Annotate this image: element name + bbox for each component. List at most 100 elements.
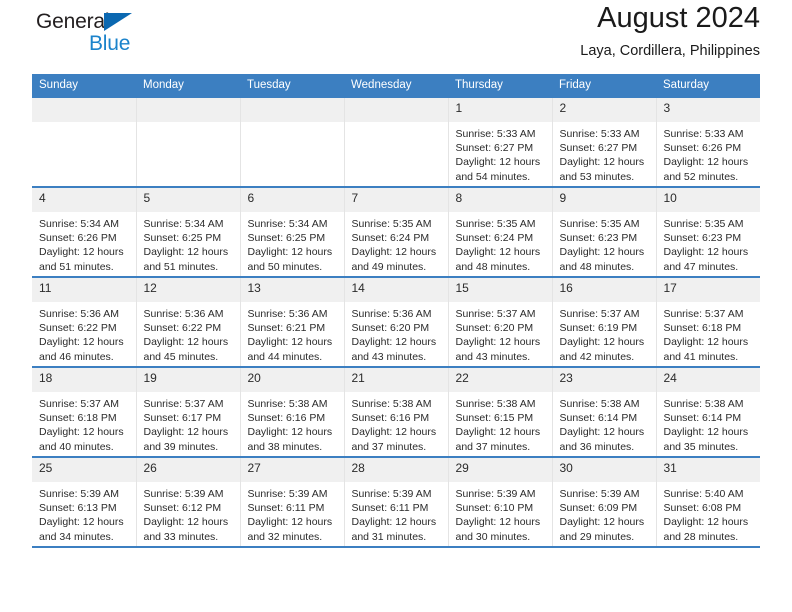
day-details: Sunrise: 5:37 AM Sunset: 6:18 PM Daylight:… bbox=[32, 392, 136, 454]
calendar-day-cell[interactable]: 16 Sunrise: 5:37 AM Sunset: 6:19 PM Dayligh… bbox=[552, 276, 657, 367]
day-number: 24 bbox=[656, 368, 760, 392]
day-details: Sunrise: 5:35 AM Sunset: 6:23 PM Daylight:… bbox=[657, 212, 761, 274]
daylight-text-line1: Daylight: 12 hours bbox=[39, 516, 124, 529]
calendar-day-cell[interactable]: 3 Sunrise: 5:33 AM Sunset: 6:26 PM Daylight… bbox=[656, 96, 760, 187]
calendar-day-cell[interactable]: 2 Sunrise: 5:33 AM Sunset: 6:27 PM Daylight… bbox=[552, 96, 657, 187]
daylight-text-line1: Daylight: 12 hours bbox=[455, 426, 541, 439]
daylight-text-line1: Daylight: 12 hours bbox=[143, 336, 229, 349]
daylight-text-line2: and 46 minutes. bbox=[39, 350, 114, 363]
calendar-day-cell[interactable]: 8 Sunrise: 5:35 AM Sunset: 6:24 PM Daylight… bbox=[448, 186, 553, 277]
calendar-day-cell[interactable]: 5 Sunrise: 5:34 AM Sunset: 6:25 PM Daylight… bbox=[136, 186, 241, 277]
sunset-text: Sunset: 6:23 PM bbox=[663, 232, 742, 245]
calendar-day-cell[interactable]: 31 Sunrise: 5:40 AM Sunset: 6:08 PM Dayligh… bbox=[656, 456, 760, 546]
daylight-text-line2: and 33 minutes. bbox=[143, 530, 219, 543]
sunset-text: Sunset: 6:11 PM bbox=[351, 502, 429, 515]
daylight-text-line1: Daylight: 12 hours bbox=[143, 516, 229, 529]
daylight-text-line1: Daylight: 12 hours bbox=[455, 516, 541, 529]
calendar-day-cell[interactable]: 21 Sunrise: 5:38 AM Sunset: 6:16 PM Dayligh… bbox=[344, 366, 449, 457]
day-number: 18 bbox=[32, 368, 136, 392]
daylight-text-line1: Daylight: 12 hours bbox=[455, 246, 541, 259]
sunrise-text: Sunrise: 5:33 AM bbox=[455, 128, 536, 140]
calendar-day-cell[interactable]: 17 Sunrise: 5:37 AM Sunset: 6:18 PM Dayligh… bbox=[656, 276, 760, 367]
day-number: 27 bbox=[240, 458, 344, 482]
calendar-day-cell[interactable]: 11 Sunrise: 5:36 AM Sunset: 6:22 PM Dayligh… bbox=[32, 276, 137, 367]
sunrise-text: Sunrise: 5:37 AM bbox=[39, 398, 119, 410]
calendar-day-cell[interactable]: 30 Sunrise: 5:39 AM Sunset: 6:09 PM Dayligh… bbox=[552, 456, 657, 546]
sunrise-text: Sunrise: 5:33 AM bbox=[559, 128, 640, 140]
day-number bbox=[240, 98, 344, 122]
calendar-day-cell[interactable]: 18 Sunrise: 5:37 AM Sunset: 6:18 PM Dayligh… bbox=[32, 366, 137, 457]
sunset-text: Sunset: 6:14 PM bbox=[663, 412, 742, 425]
weekday-header-monday: Monday bbox=[136, 74, 240, 97]
calendar-day-cell[interactable]: 28 Sunrise: 5:39 AM Sunset: 6:11 PM Dayligh… bbox=[344, 456, 449, 546]
day-number: 30 bbox=[552, 458, 656, 482]
general-blue-logo[interactable]: General Blue bbox=[32, 6, 152, 64]
day-details: Sunrise: 5:33 AM Sunset: 6:27 PM Daylight:… bbox=[553, 122, 656, 184]
sunrise-text: Sunrise: 5:39 AM bbox=[247, 488, 328, 500]
daylight-text-line1: Daylight: 12 hours bbox=[663, 516, 749, 529]
calendar-day-cell[interactable]: 6 Sunrise: 5:34 AM Sunset: 6:25 PM Daylight… bbox=[240, 186, 345, 277]
daylight-text-line2: and 40 minutes. bbox=[39, 440, 114, 453]
calendar-week-row: 1 Sunrise: 5:33 AM Sunset: 6:27 PM Daylight… bbox=[32, 96, 760, 187]
daylight-text-line2: and 50 minutes. bbox=[247, 260, 323, 273]
sunset-text: Sunset: 6:25 PM bbox=[143, 232, 222, 245]
calendar-week-row: 18 Sunrise: 5:37 AM Sunset: 6:18 PM Dayligh… bbox=[32, 366, 760, 457]
sunrise-text: Sunrise: 5:34 AM bbox=[39, 218, 119, 230]
sunrise-text: Sunrise: 5:38 AM bbox=[351, 398, 432, 410]
calendar-day-cell[interactable]: 19 Sunrise: 5:37 AM Sunset: 6:17 PM Dayligh… bbox=[136, 366, 241, 457]
calendar-day-cell[interactable]: 15 Sunrise: 5:37 AM Sunset: 6:20 PM Dayligh… bbox=[448, 276, 553, 367]
daylight-text-line1: Daylight: 12 hours bbox=[351, 336, 437, 349]
sunrise-text: Sunrise: 5:37 AM bbox=[143, 398, 224, 410]
day-details: Sunrise: 5:37 AM Sunset: 6:17 PM Daylight:… bbox=[137, 392, 240, 454]
sunset-text: Sunset: 6:11 PM bbox=[247, 502, 325, 515]
day-details: Sunrise: 5:36 AM Sunset: 6:22 PM Daylight:… bbox=[137, 302, 240, 364]
sunrise-text: Sunrise: 5:35 AM bbox=[559, 218, 640, 230]
daylight-text-line2: and 49 minutes. bbox=[351, 260, 427, 273]
sunset-text: Sunset: 6:15 PM bbox=[455, 412, 534, 425]
sunrise-text: Sunrise: 5:35 AM bbox=[663, 218, 744, 230]
sunrise-text: Sunrise: 5:35 AM bbox=[351, 218, 432, 230]
calendar-day-cell[interactable]: 13 Sunrise: 5:36 AM Sunset: 6:21 PM Dayligh… bbox=[240, 276, 345, 367]
daylight-text-line1: Daylight: 12 hours bbox=[559, 336, 645, 349]
calendar-day-cell[interactable]: 10 Sunrise: 5:35 AM Sunset: 6:23 PM Dayligh… bbox=[656, 186, 761, 277]
day-number: 9 bbox=[552, 188, 656, 212]
sunset-text: Sunset: 6:10 PM bbox=[455, 502, 534, 515]
day-details: Sunrise: 5:36 AM Sunset: 6:21 PM Daylight:… bbox=[241, 302, 344, 364]
day-number: 19 bbox=[136, 368, 240, 392]
calendar-day-cell[interactable]: 14 Sunrise: 5:36 AM Sunset: 6:20 PM Dayligh… bbox=[344, 276, 449, 367]
daylight-text-line2: and 48 minutes. bbox=[455, 260, 531, 273]
calendar-day-cell[interactable]: 29 Sunrise: 5:39 AM Sunset: 6:10 PM Dayligh… bbox=[448, 456, 553, 546]
calendar-day-cell[interactable]: 24 Sunrise: 5:38 AM Sunset: 6:14 PM Dayligh… bbox=[656, 366, 760, 457]
daylight-text-line1: Daylight: 12 hours bbox=[39, 336, 124, 349]
triangle-icon bbox=[104, 13, 132, 31]
calendar-day-cell[interactable]: 1 Sunrise: 5:33 AM Sunset: 6:27 PM Daylight… bbox=[448, 96, 553, 187]
calendar-day-cell[interactable]: 25 Sunrise: 5:39 AM Sunset: 6:13 PM Dayligh… bbox=[32, 456, 137, 546]
calendar-day-cell[interactable]: 7 Sunrise: 5:35 AM Sunset: 6:24 PM Daylight… bbox=[344, 186, 449, 277]
daylight-text-line2: and 51 minutes. bbox=[143, 260, 219, 273]
sunset-text: Sunset: 6:25 PM bbox=[247, 232, 326, 245]
daylight-text-line2: and 34 minutes. bbox=[39, 530, 114, 543]
daylight-text-line2: and 37 minutes. bbox=[351, 440, 427, 453]
sunrise-text: Sunrise: 5:36 AM bbox=[39, 308, 119, 320]
day-number bbox=[32, 98, 136, 122]
sunset-text: Sunset: 6:22 PM bbox=[39, 322, 117, 335]
day-details: Sunrise: 5:36 AM Sunset: 6:22 PM Daylight:… bbox=[32, 302, 136, 364]
calendar-day-cell[interactable]: 9 Sunrise: 5:35 AM Sunset: 6:23 PM Daylight… bbox=[552, 186, 657, 277]
sunrise-text: Sunrise: 5:37 AM bbox=[455, 308, 536, 320]
daylight-text-line2: and 48 minutes. bbox=[559, 260, 635, 273]
sunrise-text: Sunrise: 5:36 AM bbox=[247, 308, 328, 320]
calendar-day-cell[interactable]: 26 Sunrise: 5:39 AM Sunset: 6:12 PM Dayligh… bbox=[136, 456, 241, 546]
day-number: 29 bbox=[448, 458, 552, 482]
calendar-day-cell[interactable]: 4 Sunrise: 5:34 AM Sunset: 6:26 PM Daylight… bbox=[32, 186, 137, 277]
daylight-text-line1: Daylight: 12 hours bbox=[247, 516, 333, 529]
calendar-day-cell[interactable]: 23 Sunrise: 5:38 AM Sunset: 6:14 PM Dayligh… bbox=[552, 366, 657, 457]
calendar-day-cell[interactable]: 20 Sunrise: 5:38 AM Sunset: 6:16 PM Dayligh… bbox=[240, 366, 345, 457]
weekday-header-thursday: Thursday bbox=[448, 74, 552, 97]
daylight-text-line1: Daylight: 12 hours bbox=[663, 246, 749, 259]
calendar-day-cell[interactable]: 12 Sunrise: 5:36 AM Sunset: 6:22 PM Dayligh… bbox=[136, 276, 241, 367]
calendar-day-cell[interactable]: 22 Sunrise: 5:38 AM Sunset: 6:15 PM Dayligh… bbox=[448, 366, 553, 457]
daylight-text-line1: Daylight: 12 hours bbox=[455, 336, 541, 349]
calendar-day-cell[interactable]: 27 Sunrise: 5:39 AM Sunset: 6:11 PM Dayligh… bbox=[240, 456, 345, 546]
day-number: 14 bbox=[344, 278, 448, 302]
sunset-text: Sunset: 6:21 PM bbox=[247, 322, 326, 335]
